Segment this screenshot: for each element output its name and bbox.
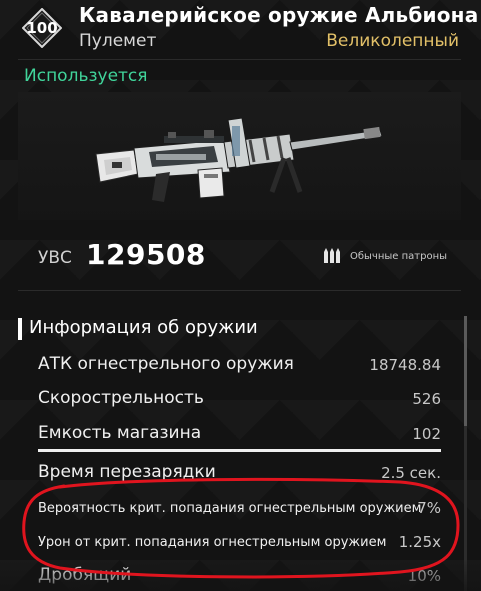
- weapon-rarity: Великолепный: [326, 31, 459, 51]
- weapon-info-title: Информация об оружии: [29, 317, 258, 338]
- power-value: 129508: [86, 238, 206, 271]
- stat-row-fire-rate: Скорострельность 526: [28, 388, 453, 418]
- weapon-type: Пулемет: [79, 31, 157, 51]
- stat-row-crit-damage: Урон от крит. попадания огнестрельным ор…: [28, 531, 453, 561]
- stat-name: Дробящий: [38, 565, 132, 585]
- stat-value: 2.5 сек.: [381, 464, 441, 482]
- section-divider: [18, 290, 461, 291]
- stat-value: 18748.84: [369, 356, 441, 374]
- stat-row-crit-chance: Вероятность крит. попадания огнестрельны…: [28, 497, 453, 527]
- header-divider: [18, 59, 461, 60]
- stat-name: Емкость магазина: [38, 423, 202, 443]
- stat-value: 102: [412, 425, 441, 443]
- weapon-preview-panel: [18, 92, 461, 220]
- machine-gun-image: [95, 117, 383, 202]
- equipped-status: Используется: [24, 66, 148, 86]
- stat-row-reload-time: Время перезарядки 2.5 сек.: [28, 462, 453, 492]
- section-marker: [18, 318, 22, 340]
- ammo-type-label: Обычные патроны: [350, 251, 447, 262]
- stat-name: Вероятность крит. попадания огнестрельны…: [38, 501, 422, 516]
- weapon-details-screen: 100 Кавалерийское оружие Альбиона Пулеме…: [0, 0, 481, 591]
- level-badge: 100: [22, 8, 62, 48]
- row-highlight-bar: [38, 449, 441, 452]
- weapon-name: Кавалерийское оружие Альбиона: [79, 3, 479, 27]
- stat-value: 10%: [407, 567, 441, 585]
- stat-value: 526: [412, 390, 441, 408]
- stat-value: 7%: [417, 499, 441, 517]
- stat-name: Скорострельность: [38, 388, 204, 408]
- stat-row-firearm-atk: АТК огнестрельного оружия 18748.84: [28, 354, 453, 384]
- stats-scrollbar-thumb[interactable]: [464, 316, 467, 426]
- level-value: 100: [26, 19, 58, 37]
- stat-name: Время перезарядки: [38, 462, 216, 482]
- stat-row-crushing: Дробящий 10%: [28, 565, 453, 591]
- stat-name: АТК огнестрельного оружия: [38, 354, 294, 374]
- power-label: УВС: [38, 248, 72, 268]
- bullets-icon: [324, 248, 340, 263]
- stat-name: Урон от крит. попадания огнестрельным ор…: [38, 535, 387, 550]
- stat-value: 1.25x: [398, 533, 441, 551]
